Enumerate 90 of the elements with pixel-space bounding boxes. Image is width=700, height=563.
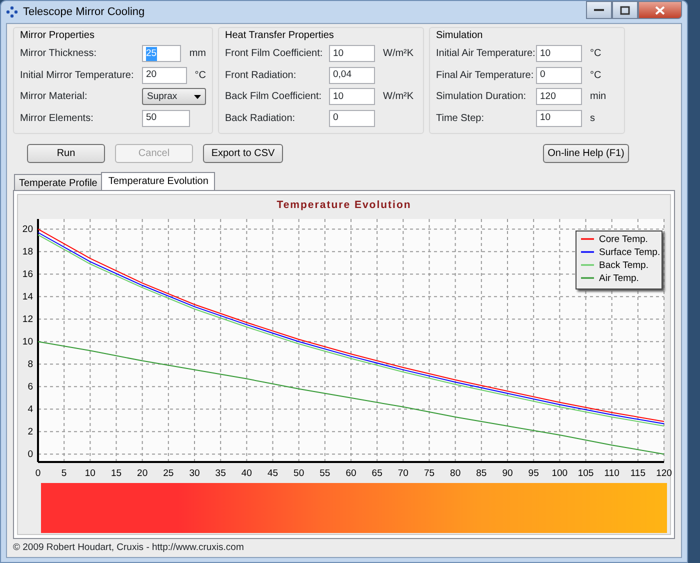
x-tick-label: 65	[372, 468, 382, 479]
x-tick-label: 105	[578, 468, 594, 479]
input-field[interactable]: 10	[329, 45, 375, 62]
x-tick-label: 55	[320, 468, 330, 479]
minimize-icon	[594, 8, 604, 12]
field-label: Mirror Material:	[20, 90, 88, 104]
input-field[interactable]: 10	[536, 110, 582, 127]
x-tick-label: 20	[137, 468, 148, 479]
unit-label: s	[590, 112, 595, 126]
legend-label: Air Temp.	[599, 272, 639, 284]
x-tick-label: 60	[346, 468, 356, 479]
field-label: Back Radiation:	[225, 112, 296, 126]
x-tick-label: 25	[163, 468, 174, 479]
x-tick-label: 70	[398, 468, 408, 479]
maximize-icon	[620, 6, 630, 14]
x-tick-label: 15	[110, 468, 122, 479]
maximize-button[interactable]	[612, 1, 638, 19]
unit-label: °C	[194, 68, 206, 83]
field-label: Time Step:	[436, 112, 485, 126]
x-tick-label: 75	[424, 468, 435, 479]
tab[interactable]: Temperature Evolution	[101, 172, 216, 190]
x-tick-label: 30	[189, 468, 200, 479]
y-tick-label: 0	[28, 448, 33, 460]
input-field[interactable]: 0	[329, 110, 375, 127]
x-tick-label: 35	[215, 468, 226, 479]
x-tick-label: 120	[656, 468, 672, 479]
field-label: Final Air Temperature:	[436, 68, 535, 83]
unit-label: °C	[590, 47, 602, 62]
x-tick-label: 0	[35, 468, 41, 479]
input-field[interactable]: 0	[536, 66, 582, 84]
legend-label: Surface Temp.	[599, 246, 660, 258]
y-tick-label: 10	[22, 336, 33, 348]
y-tick-label: 18	[22, 246, 33, 258]
field-label: Initial Air Temperature:	[436, 47, 536, 62]
x-tick-label: 110	[604, 468, 620, 479]
field-label: Front Film Coefficient:	[225, 47, 324, 62]
input-field[interactable]: 50	[142, 110, 190, 127]
group-title: Simulation	[436, 29, 484, 43]
tab[interactable]: Temperate Profile	[14, 174, 102, 190]
dropdown-arrow-icon	[194, 94, 201, 99]
y-tick-label: 2	[28, 426, 33, 438]
unit-label: W/m²K	[383, 47, 414, 62]
unit-label: W/m²K	[383, 90, 414, 104]
x-tick-label: 90	[502, 468, 513, 479]
x-tick-label: 40	[241, 468, 252, 479]
y-tick-label: 8	[28, 358, 33, 370]
unit-label: min	[590, 90, 606, 104]
y-tick-label: 20	[22, 224, 33, 235]
chart-title: Temperature Evolution	[276, 198, 412, 213]
input-field[interactable]: 20	[142, 66, 187, 84]
field-label: Simulation Duration:	[436, 90, 528, 104]
x-tick-label: 95	[528, 468, 539, 479]
input-field[interactable]: 0,04	[329, 66, 375, 84]
help-button[interactable]: On-line Help (F1)	[543, 144, 629, 162]
x-tick-label: 45	[267, 468, 278, 479]
x-tick-label: 50	[294, 468, 304, 479]
app-icon	[6, 6, 18, 18]
close-icon	[655, 6, 665, 14]
legend-label: Core Temp.	[599, 234, 648, 245]
input-field[interactable]: 10	[329, 88, 375, 106]
x-tick-label: 5	[61, 468, 67, 479]
field-label: Mirror Elements:	[20, 112, 94, 126]
field-label: Back Film Coefficient:	[225, 90, 323, 104]
window-title: Telescope Mirror Cooling	[23, 4, 145, 20]
export-button[interactable]: Export to CSV	[203, 144, 283, 162]
material-dropdown[interactable]: Suprax	[142, 88, 206, 106]
y-tick-label: 12	[22, 314, 33, 325]
y-tick-label: 14	[22, 291, 33, 302]
field-label: Initial Mirror Temperature:	[20, 68, 135, 83]
group-title: Heat Transfer Properties	[225, 29, 335, 43]
group-title: Mirror Properties	[20, 29, 96, 43]
field-label: Front Radiation:	[225, 68, 298, 83]
x-tick-label: 115	[630, 468, 646, 479]
status-text: © 2009 Robert Houdart, Cruxis - http://www.cruxis.com	[13, 540, 244, 555]
unit-label: mm	[189, 47, 206, 62]
y-tick-label: 6	[28, 381, 33, 392]
close-button[interactable]	[638, 1, 682, 19]
field-label: Mirror Thickness:	[20, 47, 98, 62]
x-tick-label: 80	[450, 468, 461, 479]
y-tick-label: 16	[22, 268, 33, 280]
run-button[interactable]: Run	[27, 144, 105, 162]
x-tick-label: 85	[476, 468, 487, 479]
legend-label: Back Temp.	[599, 260, 648, 271]
x-tick-label: 10	[84, 468, 96, 479]
minimize-button[interactable]	[586, 1, 612, 19]
x-tick-label: 100	[552, 468, 568, 479]
unit-label: °C	[590, 68, 602, 83]
input-field[interactable]: 10	[536, 45, 582, 62]
y-tick-label: 4	[28, 404, 33, 415]
input-field[interactable]: 120	[536, 88, 582, 106]
